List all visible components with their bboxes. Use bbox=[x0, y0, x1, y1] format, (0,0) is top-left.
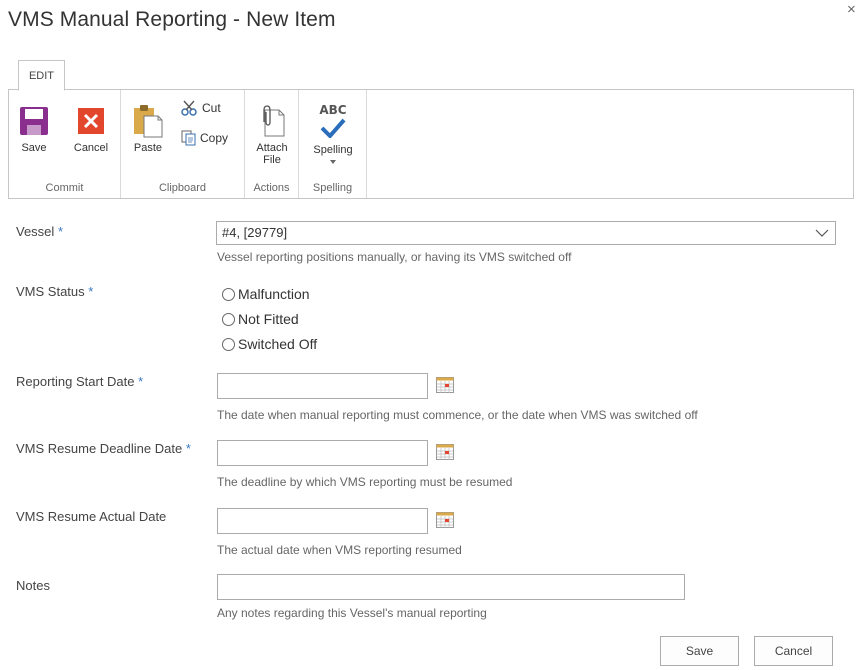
radio-circle[interactable] bbox=[222, 287, 235, 301]
cut-button[interactable]: Cut bbox=[181, 100, 221, 116]
vms-resume-deadline-hint: The deadline by which VMS reporting must… bbox=[217, 475, 513, 489]
reporting-start-date-hint: The date when manual reporting must comm… bbox=[217, 408, 698, 422]
dropdown-arrow-icon bbox=[330, 160, 336, 164]
notes-label: Notes bbox=[16, 578, 50, 593]
vms-resume-actual-label: VMS Resume Actual Date bbox=[16, 509, 166, 524]
paste-label: Paste bbox=[133, 142, 163, 154]
radio-malfunction-label: Malfunction bbox=[238, 286, 310, 302]
abc-text: ABC bbox=[319, 103, 347, 117]
ribbon-group-commit: Save Cancel Commit bbox=[9, 90, 121, 198]
cut-label: Cut bbox=[202, 101, 221, 115]
copy-button[interactable]: Copy bbox=[181, 130, 228, 146]
spelling-button[interactable]: ABC Spelling bbox=[309, 104, 357, 164]
attach-label-line2: File bbox=[263, 154, 281, 166]
notes-hint: Any notes regarding this Vessel's manual… bbox=[217, 606, 487, 620]
paste-button[interactable]: Paste bbox=[131, 104, 165, 154]
ribbon-group-actions: Attach File Actions bbox=[245, 90, 299, 198]
radio-not-fitted[interactable]: Not Fitted bbox=[222, 311, 299, 327]
vessel-label-text: Vessel bbox=[16, 224, 55, 239]
vms-resume-deadline-label-text: VMS Resume Deadline Date bbox=[16, 441, 183, 456]
dialog-title: VMS Manual Reporting - New Item bbox=[8, 8, 336, 31]
required-marker: * bbox=[88, 284, 94, 299]
cancel-button[interactable]: Cancel bbox=[754, 636, 833, 666]
ribbon-save-button[interactable]: Save bbox=[17, 106, 51, 154]
vms-resume-deadline-label: VMS Resume Deadline Date * bbox=[16, 441, 191, 456]
vessel-select[interactable]: #4, [29779] bbox=[216, 221, 836, 245]
vessel-selected-value: #4, [29779] bbox=[222, 225, 288, 240]
vms-resume-actual-hint: The actual date when VMS reporting resum… bbox=[217, 543, 462, 557]
calendar-icon[interactable] bbox=[436, 377, 454, 393]
save-icon bbox=[20, 107, 48, 135]
ribbon-cancel-label: Cancel bbox=[73, 142, 109, 154]
cancel-icon bbox=[78, 108, 104, 134]
ribbon-tab-strip: EDIT bbox=[8, 52, 854, 91]
vms-resume-actual-input[interactable] bbox=[217, 508, 428, 534]
scissors-icon bbox=[181, 100, 197, 116]
paperclip-icon bbox=[263, 105, 285, 137]
group-label-commit: Commit bbox=[45, 182, 84, 194]
group-label-spelling: Spelling bbox=[312, 182, 353, 194]
ribbon-group-spelling: ABC Spelling Spelling bbox=[299, 90, 367, 198]
copy-label: Copy bbox=[200, 131, 229, 145]
required-marker: * bbox=[138, 374, 144, 389]
radio-circle[interactable] bbox=[222, 337, 235, 351]
chevron-down-icon bbox=[815, 229, 829, 237]
ribbon-group-clipboard: Paste Cut Copy Clipboard bbox=[121, 90, 245, 198]
vessel-label: Vessel * bbox=[16, 224, 63, 239]
close-icon[interactable]: × bbox=[847, 2, 856, 17]
reporting-start-date-input[interactable] bbox=[217, 373, 428, 399]
required-marker: * bbox=[185, 441, 191, 456]
group-label-actions: Actions bbox=[253, 182, 290, 194]
copy-icon bbox=[181, 130, 196, 146]
calendar-icon[interactable] bbox=[436, 444, 454, 460]
radio-switched-off-label: Switched Off bbox=[238, 336, 318, 352]
notes-label-text: Notes bbox=[16, 578, 50, 593]
attach-label-line1: Attach bbox=[256, 142, 288, 154]
vms-resume-actual-label-text: VMS Resume Actual Date bbox=[16, 509, 167, 524]
vms-status-label-text: VMS Status bbox=[16, 284, 85, 299]
radio-malfunction[interactable]: Malfunction bbox=[222, 286, 310, 302]
vessel-hint: Vessel reporting positions manually, or … bbox=[217, 250, 572, 264]
vms-resume-deadline-input[interactable] bbox=[217, 440, 428, 466]
attach-file-button[interactable]: Attach File bbox=[253, 104, 291, 166]
reporting-start-date-label: Reporting Start Date * bbox=[16, 374, 143, 389]
vms-status-label: VMS Status * bbox=[16, 284, 93, 299]
paste-icon bbox=[134, 105, 163, 138]
radio-circle[interactable] bbox=[222, 312, 235, 326]
group-label-clipboard: Clipboard bbox=[158, 182, 207, 194]
required-marker: * bbox=[57, 224, 63, 239]
spellcheck-icon: ABC bbox=[316, 104, 350, 140]
save-button[interactable]: Save bbox=[660, 636, 739, 666]
radio-switched-off[interactable]: Switched Off bbox=[222, 336, 317, 352]
ribbon-save-label: Save bbox=[21, 142, 47, 154]
reporting-start-date-label-text: Reporting Start Date bbox=[16, 374, 135, 389]
tab-edit[interactable]: EDIT bbox=[18, 60, 65, 91]
radio-not-fitted-label: Not Fitted bbox=[238, 311, 299, 327]
ribbon-cancel-button[interactable]: Cancel bbox=[69, 106, 113, 154]
notes-input[interactable] bbox=[217, 574, 685, 600]
spelling-label: Spelling bbox=[313, 144, 353, 156]
ribbon: Save Cancel Commit Paste Cut Copy Clipbo… bbox=[8, 89, 854, 199]
calendar-icon[interactable] bbox=[436, 512, 454, 528]
